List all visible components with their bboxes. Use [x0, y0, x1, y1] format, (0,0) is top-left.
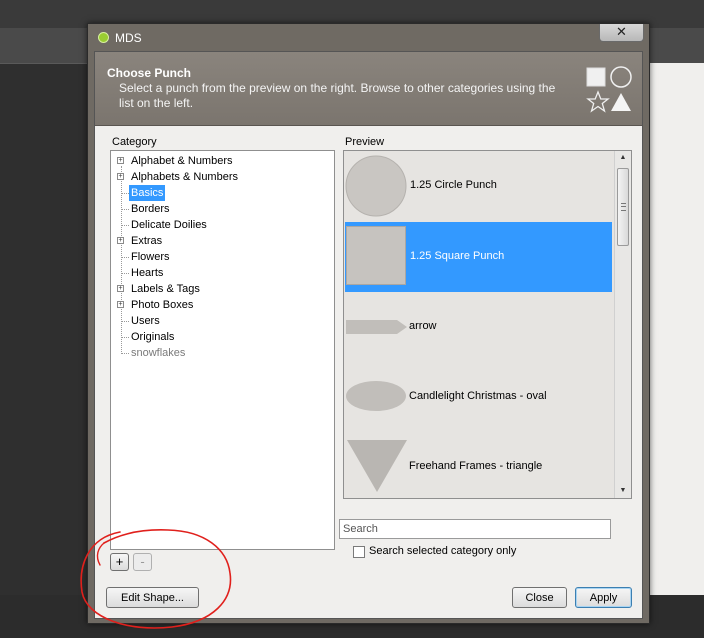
category-label: Category	[112, 136, 157, 148]
oval-shape-icon	[346, 381, 406, 411]
mds-app-icon	[98, 32, 109, 43]
expand-icon[interactable]: +	[117, 173, 124, 180]
arrow-shape-icon	[346, 320, 407, 334]
preview-item-triangle[interactable]: Freehand Frames - triangle	[345, 432, 612, 498]
tree-item-label: Delicate Doilies	[131, 219, 207, 231]
tree-item-label: Alphabets & Numbers	[131, 171, 238, 183]
tree-connector	[121, 337, 129, 338]
tree-item-label: Users	[131, 315, 160, 327]
tree-item-label: Hearts	[131, 267, 164, 279]
dialog-client-area: Choose Punch Select a punch from the pre…	[94, 51, 643, 619]
expand-icon[interactable]: +	[117, 285, 124, 292]
tree-item-label: Labels & Tags	[131, 283, 200, 295]
preview-item-label: 1.25 Square Punch	[410, 250, 505, 262]
tree-connector	[121, 273, 129, 274]
preview-item-circle-punch[interactable]: 1.25 Circle Punch	[345, 151, 612, 221]
search-category-checkbox[interactable]	[353, 546, 365, 558]
tree-item-label: Extras	[131, 235, 163, 247]
scroll-thumb[interactable]	[617, 168, 629, 246]
tree-connector	[121, 193, 129, 194]
expand-icon[interactable]: +	[117, 157, 124, 164]
scroll-up-icon[interactable]: ▲	[615, 151, 631, 165]
preview-item-label: 1.25 Circle Punch	[410, 179, 497, 191]
header-description: Select a punch from the preview on the r…	[119, 81, 556, 110]
preview-label: Preview	[345, 136, 385, 148]
circle-shape-icon	[345, 155, 407, 217]
tree-item-label: Flowers	[131, 251, 170, 263]
preview-item-label: arrow	[409, 320, 437, 332]
tree-item-label: Borders	[131, 203, 170, 215]
tree-item-label: Photo Boxes	[131, 299, 194, 311]
shapes-icon	[586, 66, 632, 113]
remove-category-button[interactable]: -	[133, 553, 152, 571]
close-button[interactable]: Close	[512, 587, 567, 608]
add-category-button[interactable]: +	[110, 553, 129, 571]
preview-item-oval[interactable]: Candlelight Christmas - oval	[345, 362, 612, 432]
preview-item-label: Freehand Frames - triangle	[409, 460, 543, 472]
square-shape-icon	[346, 226, 406, 285]
search-input[interactable]	[339, 519, 611, 539]
tree-connector	[121, 257, 129, 258]
tree-item-label: Alphabet & Numbers	[131, 155, 233, 167]
close-icon: ✕	[616, 24, 627, 39]
preview-scrollbar[interactable]: ▲ ▼	[614, 151, 631, 498]
expand-icon[interactable]: +	[117, 301, 124, 308]
tree-connector	[121, 321, 129, 322]
dialog-title: MDS	[115, 31, 142, 45]
category-tree[interactable]: + Alphabet & Numbers + Alphabets & Numbe…	[110, 150, 335, 550]
expand-icon[interactable]: +	[117, 237, 124, 244]
scroll-down-icon[interactable]: ▼	[615, 484, 631, 498]
dialog-header: Choose Punch Select a punch from the pre…	[95, 52, 642, 126]
edit-shape-button[interactable]: Edit Shape...	[106, 587, 199, 608]
tree-connector	[121, 225, 129, 226]
tree-item-label: snowflakes	[131, 347, 186, 359]
background-app-panel	[650, 63, 704, 638]
tree-connector	[121, 209, 129, 210]
choose-punch-dialog: MDS ✕ Choose Punch Select a punch from t…	[87, 23, 650, 624]
tree-item-label: Basics	[129, 185, 166, 201]
preview-item-arrow[interactable]: arrow	[345, 292, 612, 362]
preview-list[interactable]: 1.25 Circle Punch 1.25 Square Punch arro…	[343, 150, 632, 499]
apply-button[interactable]: Apply	[575, 587, 632, 608]
search-category-checkbox-label: Search selected category only	[369, 545, 517, 557]
triangle-shape-icon	[347, 440, 407, 492]
tree-connector	[121, 353, 129, 354]
tree-item-label: Originals	[131, 331, 175, 343]
close-window-button[interactable]: ✕	[599, 24, 644, 42]
header-title: Choose Punch	[107, 66, 192, 80]
preview-item-square-punch[interactable]: 1.25 Square Punch	[345, 222, 612, 292]
dialog-titlebar[interactable]: MDS ✕	[88, 24, 649, 51]
preview-item-label: Candlelight Christmas - oval	[409, 390, 547, 402]
